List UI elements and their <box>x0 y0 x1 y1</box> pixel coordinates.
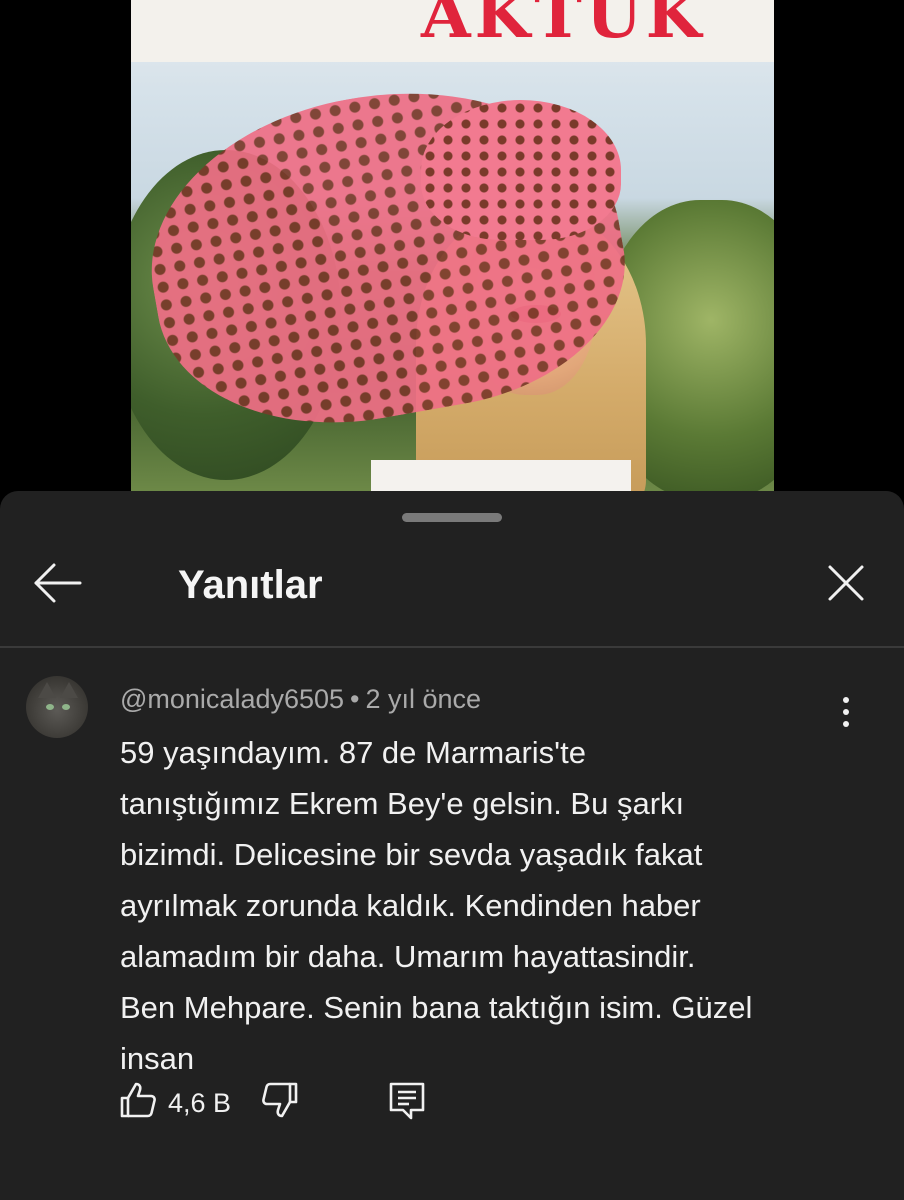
cover-title-text: AKTUK <box>421 0 706 53</box>
comment-text: 59 yaşındayım. 87 de Marmaris'te tanıştı… <box>120 727 840 1084</box>
comment-line: alamadım bir daha. Umarım hayattasindir. <box>120 939 696 974</box>
drag-handle[interactable] <box>402 513 502 522</box>
comment-actions: 4,6 B <box>0 1074 904 1134</box>
avatar-ear-right <box>60 682 78 698</box>
arrow-left-icon <box>34 563 82 603</box>
comment-author[interactable]: @monicalady6505 <box>120 684 344 714</box>
sheet-header: Yanıtlar <box>0 531 904 646</box>
back-button[interactable] <box>28 561 88 605</box>
header-divider <box>0 646 904 648</box>
more-vertical-icon-dot <box>843 721 849 727</box>
close-icon <box>828 565 864 601</box>
close-button[interactable] <box>822 559 870 607</box>
cover-collar <box>371 460 631 495</box>
more-vertical-icon <box>843 697 849 703</box>
comment-line: ayrılmak zorunda kaldık. Kendinden haber <box>120 888 701 923</box>
sheet-title: Yanıtlar <box>178 563 323 607</box>
more-vertical-icon-dot <box>843 709 849 715</box>
comment-item: @monicalady6505 • 2 yıl önce 59 yaşındayım… <box>0 649 904 1199</box>
video-player[interactable]: AKTUK <box>0 0 904 495</box>
avatar-eye-left <box>46 704 54 710</box>
avatar-ear-left <box>38 682 56 698</box>
cover-hat-crown <box>421 100 621 240</box>
comment-meta: @monicalady6505 • 2 yıl önce <box>120 682 481 716</box>
comment-line: bizimdi. Delicesine bir sevda yaşadık fa… <box>120 837 703 872</box>
thumbs-down-icon <box>262 1082 298 1118</box>
replies-sheet: Yanıtlar @monicalady6505 • 2 yıl önce 59 y… <box>0 491 904 1200</box>
comment-line: tanıştığımız Ekrem Bey'e gelsin. Bu şark… <box>120 786 685 821</box>
like-count: 4,6 B <box>168 1088 232 1118</box>
album-cover-image: AKTUK <box>131 0 774 495</box>
avatar-eye-right <box>62 704 70 710</box>
avatar[interactable] <box>26 676 88 738</box>
dislike-button[interactable] <box>260 1080 300 1120</box>
comment-time[interactable]: 2 yıl önce <box>366 684 482 714</box>
like-button[interactable] <box>118 1080 158 1120</box>
meta-separator: • <box>350 684 360 714</box>
comment-line: Ben Mehpare. Senin bana taktığın isim. G… <box>120 990 753 1025</box>
reply-icon <box>389 1082 425 1120</box>
comment-line: 59 yaşındayım. 87 de Marmaris'te <box>120 735 586 770</box>
thumbs-up-icon <box>120 1082 156 1118</box>
reply-button[interactable] <box>387 1080 427 1120</box>
